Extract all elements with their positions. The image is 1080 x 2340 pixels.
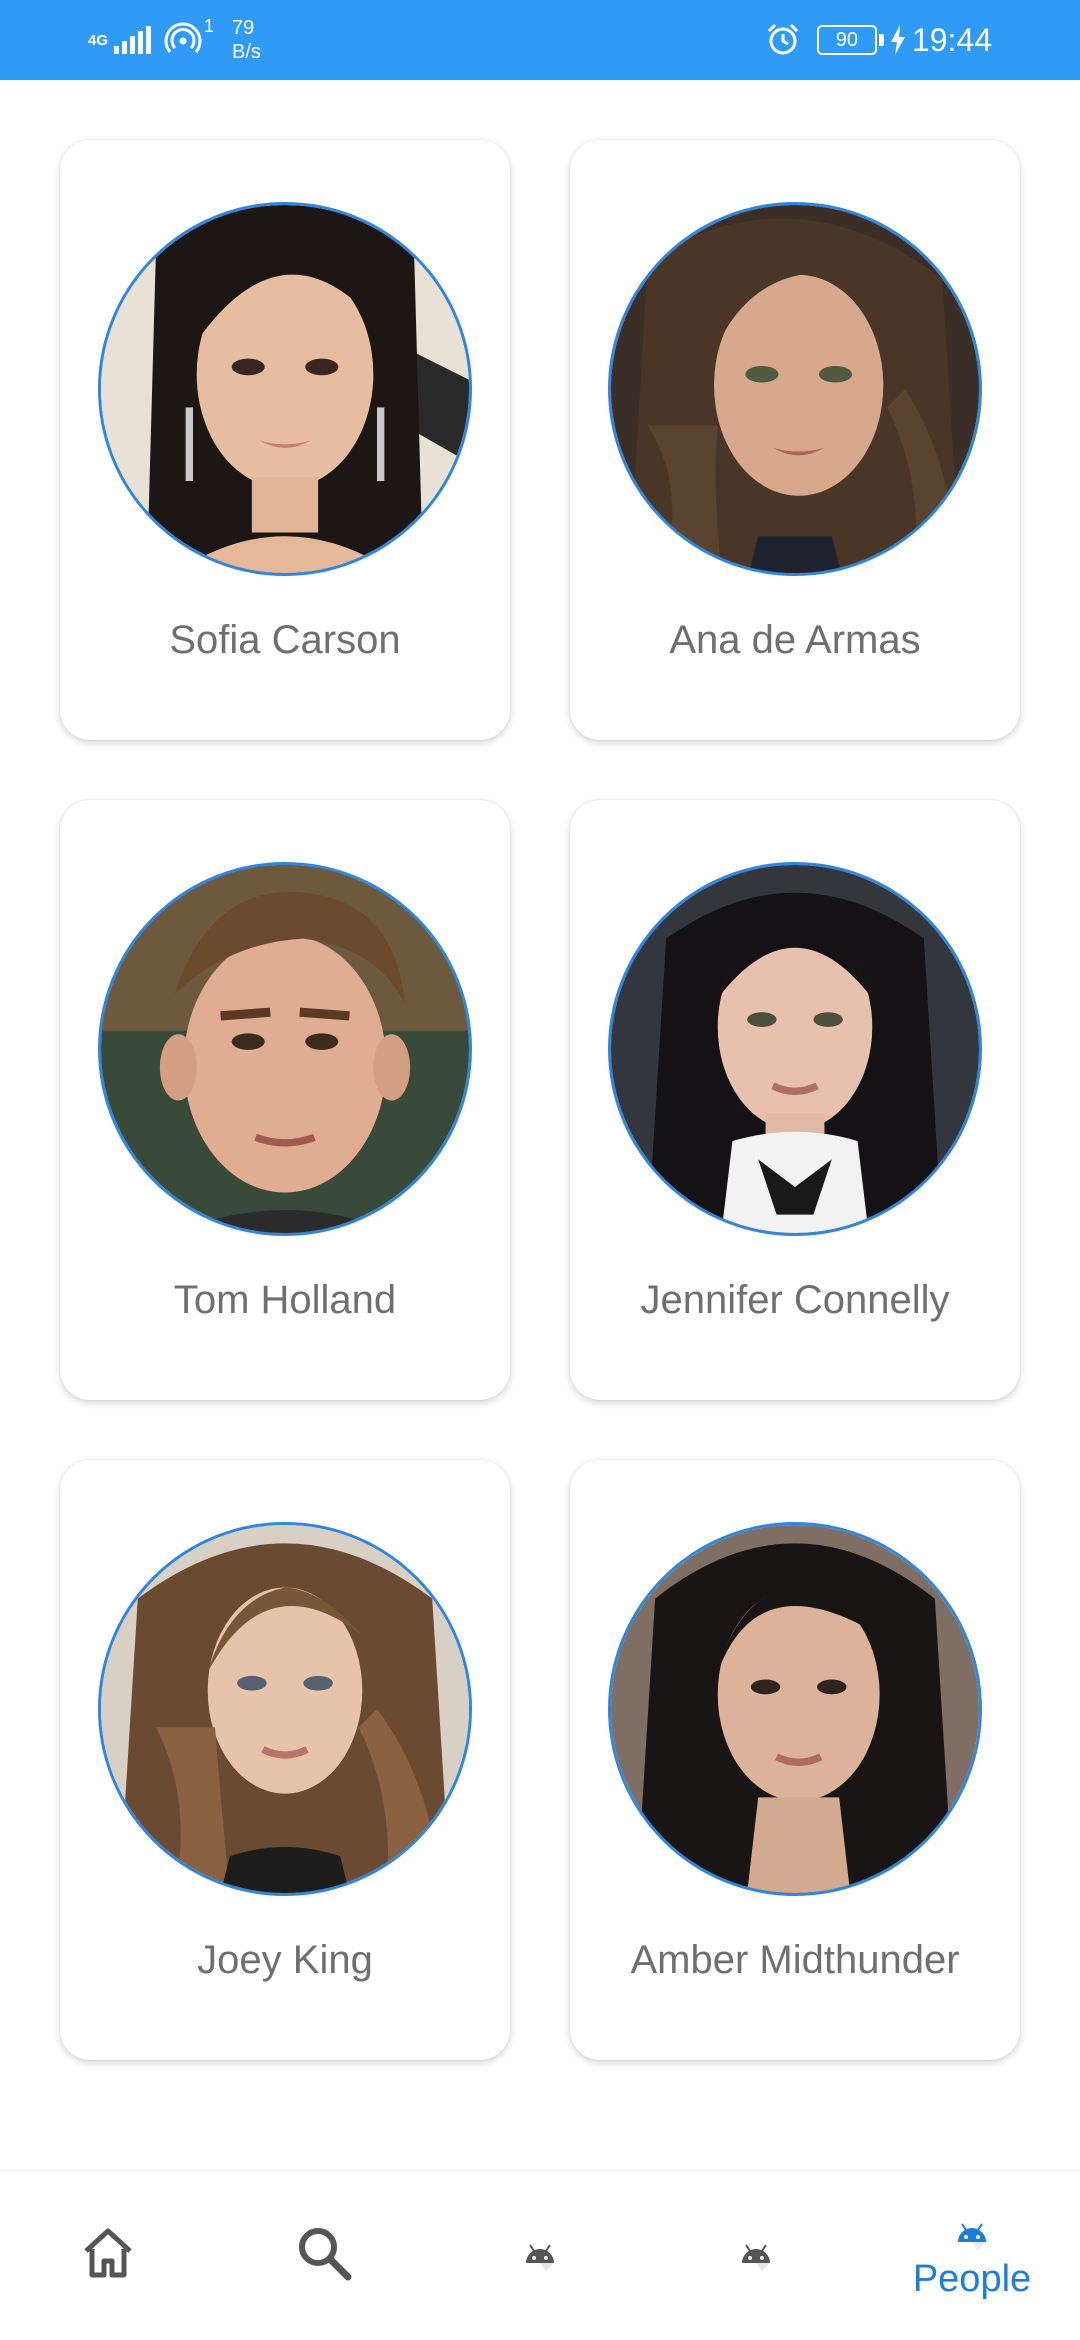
avatar bbox=[98, 862, 472, 1236]
nav-tab-3[interactable] bbox=[432, 2171, 648, 2340]
net-speed-unit: B/s bbox=[232, 41, 261, 63]
person-card[interactable]: Sofia Carson bbox=[60, 140, 510, 740]
person-card[interactable]: Ana de Armas bbox=[570, 140, 1020, 740]
alarm-icon bbox=[767, 23, 798, 55]
portrait-image bbox=[101, 865, 469, 1233]
avatar bbox=[98, 1522, 472, 1896]
status-right: 90 19:44 bbox=[765, 14, 992, 66]
net-speed-value: 79 bbox=[232, 17, 255, 39]
person-name: Jennifer Connelly bbox=[640, 1278, 950, 1322]
nav-people-label: People bbox=[912, 2257, 1032, 2300]
avatar bbox=[608, 202, 982, 576]
portrait-image bbox=[101, 205, 469, 573]
avatar bbox=[608, 862, 982, 1236]
bottom-nav: People bbox=[0, 2170, 1080, 2340]
person-card[interactable]: Jennifer Connelly bbox=[570, 800, 1020, 1400]
battery-cap bbox=[878, 34, 884, 46]
signal-icon bbox=[114, 26, 154, 54]
avatar bbox=[98, 202, 472, 576]
person-name: Ana de Armas bbox=[669, 618, 921, 662]
person-card[interactable]: Tom Holland bbox=[60, 800, 510, 1400]
portrait-image bbox=[611, 205, 979, 573]
portrait-image bbox=[611, 865, 979, 1233]
person-card[interactable]: Joey King bbox=[60, 1460, 510, 2060]
nav-search[interactable] bbox=[216, 2171, 432, 2340]
charging-icon bbox=[890, 25, 905, 55]
person-card[interactable]: Amber Midthunder bbox=[570, 1460, 1020, 2060]
battery-icon: 90 bbox=[816, 25, 877, 55]
portrait-image bbox=[611, 1525, 979, 1893]
status-left: 4G 1 79 B/s bbox=[88, 16, 261, 64]
person-name: Amber Midthunder bbox=[630, 1938, 960, 1982]
hotspot-icon bbox=[164, 22, 202, 53]
clock: 19:44 bbox=[911, 21, 992, 58]
hotspot-count: 1 bbox=[204, 16, 215, 36]
portrait-image bbox=[101, 1525, 469, 1893]
person-name: Joey King bbox=[197, 1938, 373, 1982]
network-type: 4G bbox=[88, 31, 109, 49]
status-bar: 4G 1 79 B/s 90 19:44 bbox=[0, 0, 1080, 80]
android-icon bbox=[958, 2222, 986, 2250]
search-icon bbox=[299, 2228, 352, 2281]
nav-tab-4[interactable] bbox=[648, 2171, 864, 2340]
android-icon bbox=[526, 2244, 554, 2271]
person-name: Sofia Carson bbox=[169, 618, 401, 662]
net-speed: 79 B/s bbox=[232, 16, 261, 64]
avatar bbox=[608, 1522, 982, 1896]
home-icon bbox=[84, 2228, 132, 2278]
nav-home[interactable] bbox=[0, 2171, 216, 2340]
battery-level: 90 bbox=[835, 28, 859, 51]
person-name: Tom Holland bbox=[173, 1278, 397, 1322]
android-icon bbox=[742, 2244, 770, 2271]
nav-people[interactable]: People bbox=[864, 2171, 1080, 2340]
